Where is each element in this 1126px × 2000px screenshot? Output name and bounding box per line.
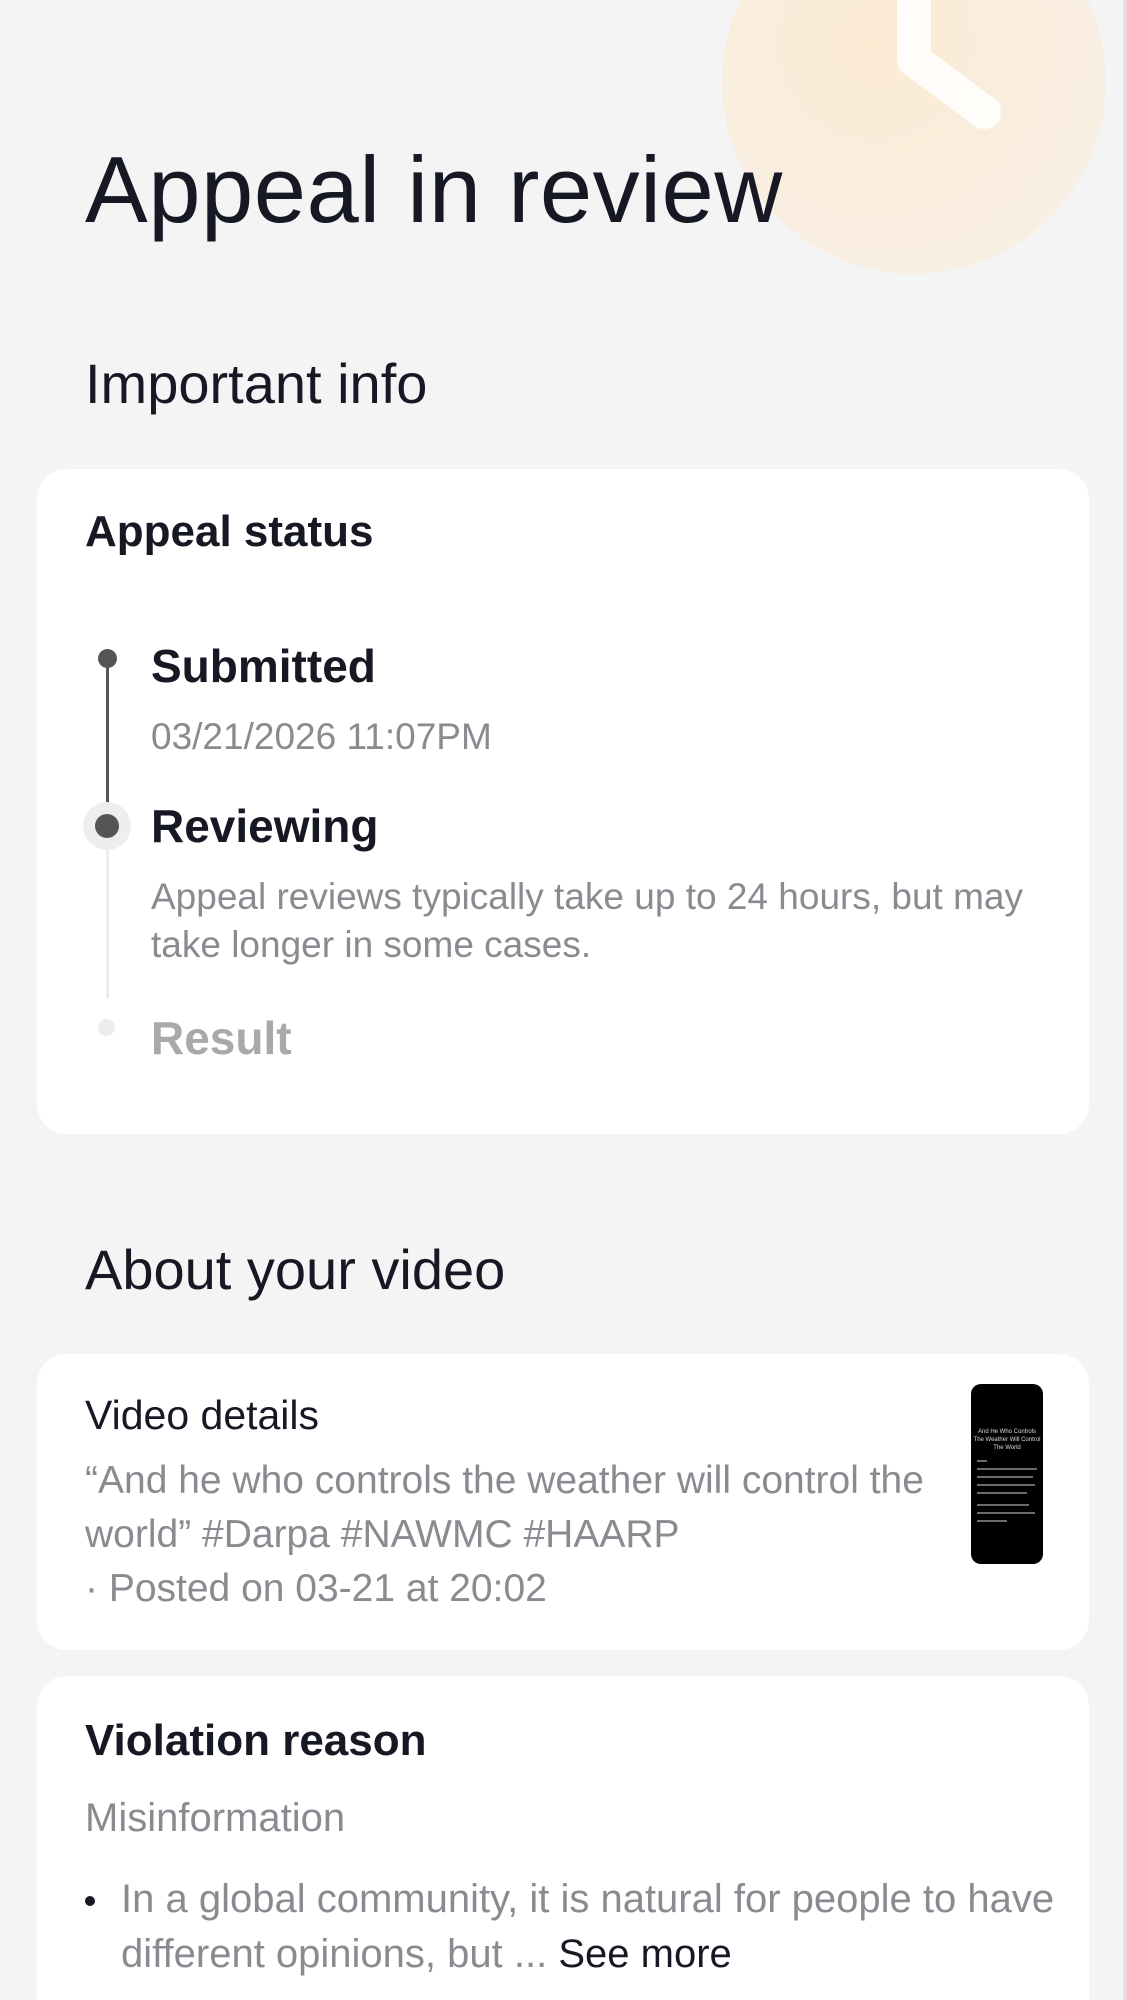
video-description: “And he who controls the weather will co…: [85, 1459, 924, 1556]
timeline-line-pending: [106, 839, 109, 999]
appeal-page: Appeal in review Important info Appeal s…: [0, 0, 1126, 2000]
violation-bullet-text-block: In a global community, it is natural for…: [121, 1872, 1071, 1982]
step-submitted-label: Submitted: [151, 640, 376, 692]
thumbnail-text-line: [977, 1520, 1007, 1522]
chevron-left-icon[interactable]: [60, 0, 110, 10]
thumbnail-text-line: [977, 1476, 1033, 1478]
step-reviewing-detail: Appeal reviews typically take up to 24 h…: [151, 876, 1024, 965]
thumbnail-text-line: [977, 1504, 1029, 1506]
timeline-line-done: [106, 659, 109, 809]
bullet-dot: [85, 1896, 95, 1906]
violation-reason-title: Violation reason: [85, 1716, 427, 1765]
timeline-dot-submitted: [98, 649, 117, 668]
video-posted-date: · Posted on 03-21 at 20:02: [85, 1567, 547, 1610]
page-title: Appeal in review: [85, 137, 783, 242]
thumbnail-text-line: [977, 1512, 1035, 1514]
thumbnail-text-line: [977, 1492, 1027, 1494]
see-more-link[interactable]: See more: [558, 1932, 731, 1976]
appeal-status-title: Appeal status: [85, 507, 374, 556]
video-description-block: “And he who controls the weather will co…: [85, 1454, 945, 1616]
step-submitted-date: 03/21/2026 11:07PM: [151, 716, 492, 757]
section-title-about-video: About your video: [85, 1238, 506, 1301]
violation-reason-value: Misinformation: [85, 1796, 346, 1840]
video-details-title: Video details: [85, 1392, 320, 1438]
appeal-status-card: Appeal status Submitted 03/21/2026 11:07…: [37, 469, 1089, 1134]
thumbnail-text-line: [977, 1460, 987, 1462]
video-thumbnail[interactable]: And He Who Controls The Weather Will Con…: [971, 1384, 1043, 1564]
step-result-label: Result: [151, 1012, 292, 1064]
thumbnail-text-line: [977, 1484, 1035, 1486]
video-details-card[interactable]: Video details “And he who controls the w…: [37, 1354, 1089, 1650]
thumbnail-caption: And He Who Controls The Weather Will Con…: [973, 1429, 1041, 1451]
thumbnail-text-line: [977, 1468, 1037, 1470]
timeline-dot-reviewing: [95, 814, 119, 838]
timeline-dot-result: [98, 1019, 115, 1036]
violation-reason-card: Violation reason Misinformation In a glo…: [37, 1676, 1089, 2000]
step-reviewing-label: Reviewing: [151, 800, 379, 852]
section-title-important-info: Important info: [85, 352, 428, 415]
